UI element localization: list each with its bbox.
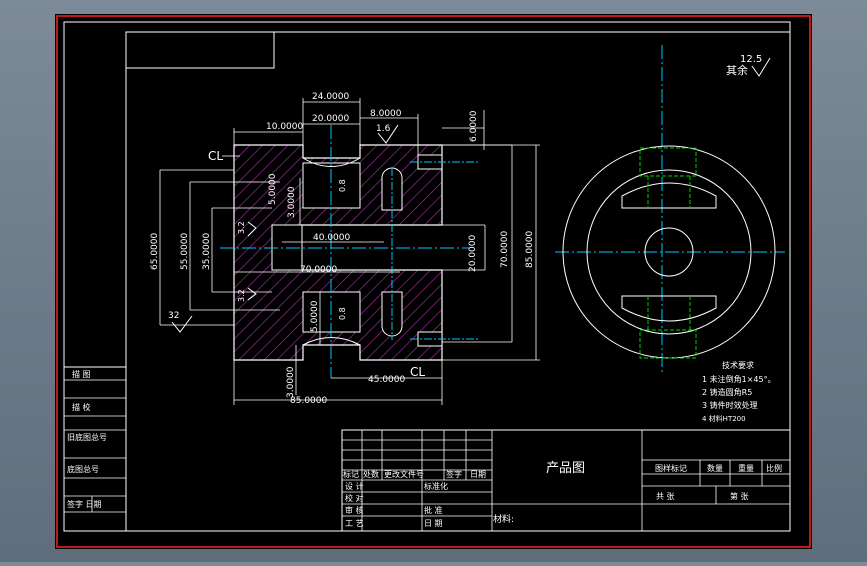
cad-viewport[interactable]: 24.0000 20.0000 8.0000 10.0000 6.0000 5.…: [0, 0, 867, 562]
review-row-label: 审 核: [345, 505, 364, 515]
stage-header-4: 比例: [766, 463, 782, 473]
design-row-value: 标准化: [424, 481, 448, 491]
rev-header-3: 更改文件号: [384, 469, 424, 479]
left-strip-row-3: 旧底图总号: [67, 432, 107, 442]
dim-10: 10.0000: [266, 122, 303, 132]
rev-header-1: 标记: [343, 469, 359, 479]
material-label: 材料:: [493, 513, 514, 525]
product-name: 产品图: [546, 461, 585, 476]
left-strip-row-2: 描 校: [72, 402, 91, 412]
stage-header-2: 数量: [707, 463, 723, 473]
general-roughness-label: 其余: [726, 63, 748, 77]
dim-70: 70.0000: [300, 265, 337, 275]
tech-title: 技术要求: [722, 360, 754, 370]
dim-3-upper: 3.0000: [287, 186, 297, 218]
review-row-value: 批 准: [424, 505, 443, 515]
rev-header-4: 签字: [446, 469, 462, 479]
roughness-3-2-b: 3.2: [237, 289, 246, 302]
cl-label-bottom: CL: [410, 365, 425, 379]
engineering-drawing: 24.0000 20.0000 8.0000 10.0000 6.0000 5.…: [55, 14, 812, 549]
roughness-0-8-b: 0.8: [338, 307, 347, 320]
dim-85-vertical: 85.0000: [525, 231, 535, 268]
stage-header-1: 图样标记: [655, 463, 687, 473]
process-row-value: 日 期: [424, 519, 443, 528]
tech-note-3: 3 铸件时效处理: [702, 400, 758, 410]
roughness-3-2-a: 3.2: [237, 221, 246, 234]
tech-note-4: 4 材料HT200: [702, 414, 746, 423]
dim-3-lower: 3.0000: [286, 366, 296, 398]
dim-5-lower: 5.0000: [310, 300, 320, 332]
dim-85: 85.0000: [290, 396, 327, 406]
left-strip-row-5: 签字 日期: [67, 499, 102, 509]
dim-20-top: 20.0000: [312, 114, 349, 124]
design-row-label: 设 计: [345, 481, 364, 491]
cl-label-top: CL: [208, 149, 223, 163]
dim-40: 40.0000: [313, 233, 350, 243]
roughness-32-left: 32: [168, 311, 179, 321]
dim-55: 55.0000: [180, 233, 190, 270]
roughness-0-8-a: 0.8: [338, 179, 347, 192]
rev-header-2: 处数: [363, 469, 379, 479]
stage-header-3: 重量: [738, 463, 754, 473]
rev-header-5: 日期: [470, 470, 486, 479]
tech-note-2: 2 铸造圆角R5: [702, 387, 752, 397]
process-row-label: 工 艺: [345, 519, 364, 528]
check-row-label: 校 对: [345, 493, 364, 503]
left-strip-row-4: 底图总号: [67, 464, 99, 474]
roughness-1-6: 1.6: [376, 124, 391, 134]
sheet-total: 共 张: [656, 492, 675, 501]
dim-35: 35.0000: [202, 233, 212, 270]
dim-6: 6.0000: [469, 110, 479, 142]
dim-70-vertical: 70.0000: [500, 231, 510, 268]
dim-65: 65.0000: [150, 233, 160, 270]
dim-24: 24.0000: [312, 92, 349, 102]
sheet-number: 第 张: [730, 491, 749, 501]
dim-5-upper: 5.0000: [268, 173, 278, 205]
dim-8: 8.0000: [370, 109, 402, 119]
dim-20-right: 20.0000: [468, 235, 478, 272]
left-strip-row-1: 描 图: [72, 369, 91, 379]
tech-note-1: 1 未注倒角1×45°。: [702, 374, 776, 384]
dim-45: 45.0000: [368, 375, 405, 385]
